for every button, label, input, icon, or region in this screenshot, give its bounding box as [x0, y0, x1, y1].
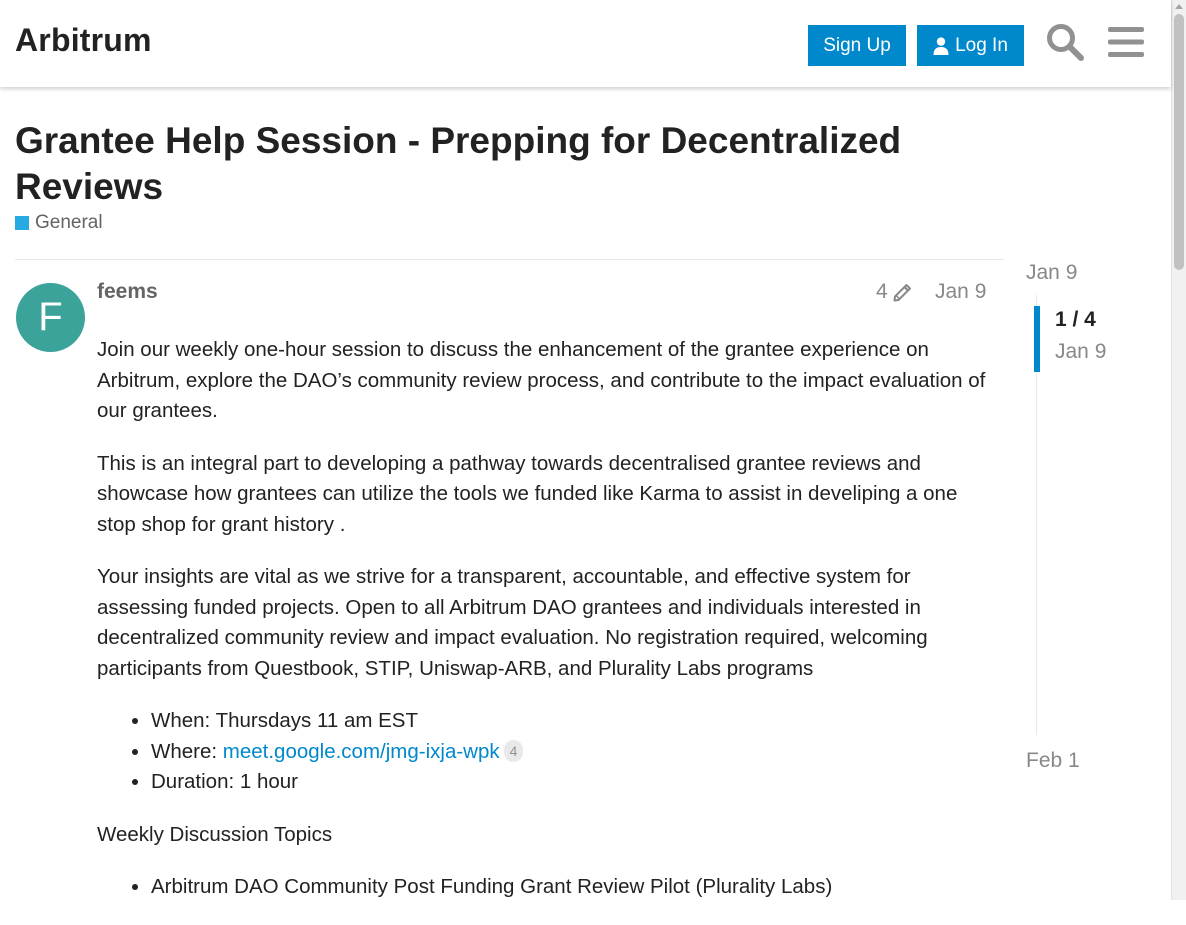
list-item-duration: Duration: 1 hour	[151, 767, 997, 798]
log-in-label: Log In	[955, 34, 1008, 56]
meeting-link[interactable]: meet.google.com/jmg-ixja-wpk	[223, 740, 500, 763]
list-item-when: When: Thursdays 11 am EST	[151, 706, 997, 737]
link-click-count-badge: 4	[503, 739, 524, 762]
where-label: Where:	[151, 739, 223, 763]
scroll-up-arrow-icon[interactable]	[1175, 4, 1183, 9]
post-body: Join our weekly one-hour session to disc…	[97, 335, 997, 925]
site-header: Arbitrum Sign Up Log In	[0, 0, 1171, 87]
category-label: General	[35, 212, 103, 233]
post-username[interactable]: feems	[97, 280, 158, 304]
hamburger-menu-icon[interactable]	[1104, 20, 1148, 64]
post-paragraph: This is an integral part to developing a…	[97, 451, 958, 536]
post-paragraph: Join our weekly one-hour session to disc…	[97, 338, 986, 422]
list-item-where: Where: meet.google.com/jmg-ixja-wpk4	[151, 737, 997, 768]
topic-divider	[15, 259, 1004, 260]
sign-up-button[interactable]: Sign Up	[808, 25, 906, 66]
edit-history-indicator[interactable]: 4	[876, 280, 914, 304]
scrollbar-thumb[interactable]	[1174, 14, 1184, 270]
discussion-topics-list: Arbitrum DAO Community Post Funding Gran…	[97, 872, 997, 903]
category-badge[interactable]: General	[15, 212, 103, 234]
edit-count: 4	[876, 280, 888, 303]
timeline-end-date[interactable]: Feb 1	[1026, 749, 1080, 773]
post-paragraph: Your insights are vital as we strive for…	[97, 565, 928, 680]
post-date[interactable]: Jan 9	[935, 280, 986, 304]
topic-title[interactable]: Grantee Help Session - Prepping for Dece…	[15, 118, 1015, 210]
timeline-scroll-handle[interactable]	[1034, 306, 1040, 372]
category-color-swatch	[15, 216, 29, 230]
avatar[interactable]: F	[16, 283, 85, 352]
timeline-current-date: Jan 9	[1055, 340, 1107, 363]
timeline-start-date[interactable]: Jan 9	[1026, 261, 1077, 285]
session-details-list: When: Thursdays 11 am EST Where: meet.go…	[97, 706, 997, 798]
pencil-icon	[892, 281, 914, 303]
topics-heading: Weekly Discussion Topics	[97, 822, 333, 846]
user-icon	[933, 36, 949, 55]
timeline-progress: 1 / 4	[1055, 308, 1096, 331]
log-in-button[interactable]: Log In	[917, 25, 1024, 66]
site-title[interactable]: Arbitrum	[15, 22, 152, 59]
search-icon[interactable]	[1043, 20, 1087, 64]
list-item: Arbitrum DAO Community Post Funding Gran…	[151, 872, 997, 903]
page-scrollbar[interactable]	[1171, 0, 1186, 900]
